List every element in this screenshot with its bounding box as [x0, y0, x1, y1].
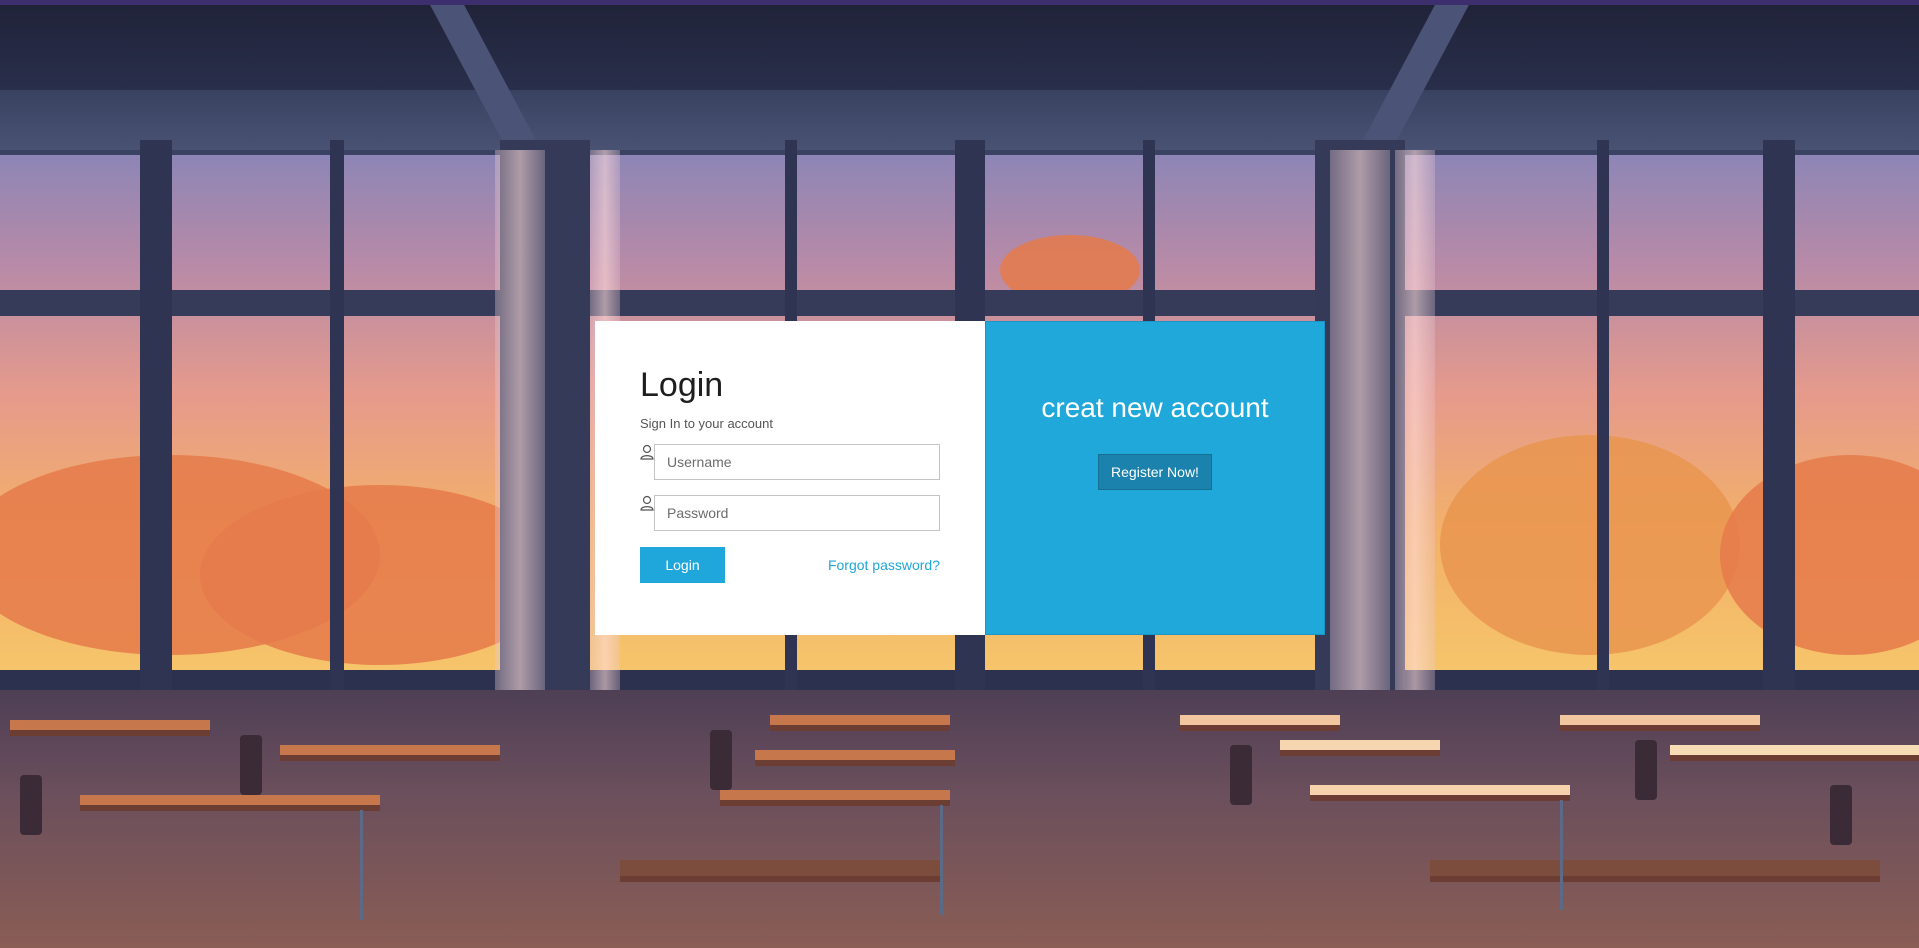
- desk: [720, 790, 950, 806]
- chair: [710, 730, 732, 790]
- chair: [1230, 745, 1252, 805]
- desk-leg: [1560, 800, 1563, 910]
- desk: [770, 715, 950, 731]
- register-button[interactable]: Register Now!: [1098, 454, 1212, 490]
- register-title: creat new account: [1041, 392, 1269, 423]
- desk: [1670, 745, 1919, 761]
- desk: [755, 750, 955, 766]
- desk-leg: [360, 810, 363, 920]
- cloud: [1440, 435, 1740, 655]
- desk: [1280, 740, 1440, 756]
- user-icon: [640, 495, 654, 511]
- register-card: creat new account Register Now!: [985, 321, 1325, 635]
- curtain: [495, 150, 545, 690]
- desk: [80, 795, 380, 811]
- user-icon: [640, 444, 654, 460]
- curtain: [1330, 150, 1390, 690]
- window-mullion: [330, 140, 344, 700]
- desk: [620, 860, 940, 882]
- chair: [20, 775, 42, 835]
- chair: [1830, 785, 1852, 845]
- desk: [1180, 715, 1340, 731]
- chair: [240, 735, 262, 795]
- cloud: [1720, 455, 1919, 655]
- curtain: [1395, 150, 1435, 690]
- window-mullion: [1597, 140, 1609, 700]
- login-button[interactable]: Login: [640, 547, 725, 583]
- login-subtitle: Sign In to your account: [640, 416, 773, 431]
- auth-panel: Login Sign In to your account Login Forg…: [595, 321, 1325, 635]
- desk: [1430, 860, 1880, 882]
- forgot-password-link[interactable]: Forgot password?: [828, 557, 940, 573]
- desk: [1310, 785, 1570, 801]
- classroom-floor: [0, 690, 1919, 948]
- window-post: [140, 140, 172, 700]
- login-title: Login: [640, 366, 724, 404]
- login-actions: Login Forgot password?: [640, 547, 940, 583]
- login-card: Login Sign In to your account Login Forg…: [595, 321, 985, 635]
- username-input[interactable]: [654, 444, 940, 480]
- password-input[interactable]: [654, 495, 940, 531]
- username-row: [640, 444, 940, 480]
- chair: [1635, 740, 1657, 800]
- desk-leg: [940, 805, 943, 915]
- desk: [280, 745, 500, 761]
- window-post: [1763, 140, 1795, 700]
- desk: [1560, 715, 1760, 731]
- password-row: [640, 495, 940, 531]
- desk: [10, 720, 210, 736]
